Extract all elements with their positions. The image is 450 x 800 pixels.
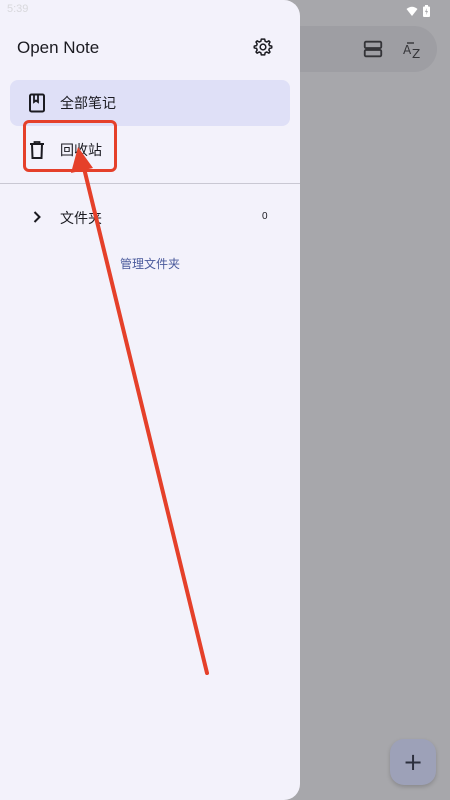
view-layout-icon[interactable]	[362, 38, 386, 62]
folders-label: 文件夹	[60, 211, 102, 227]
folders-expander[interactable]: 文件夹 0	[10, 196, 290, 238]
book-icon	[26, 92, 48, 114]
manage-folders-link[interactable]: 管理文件夹	[0, 255, 300, 272]
settings-button[interactable]	[250, 36, 276, 62]
gear-icon	[253, 37, 273, 61]
battery-icon	[423, 2, 430, 21]
sort-az-icon[interactable]: A Z	[402, 38, 426, 62]
nav-item-label: 全部笔记	[60, 96, 116, 112]
svg-text:Z: Z	[412, 47, 420, 61]
add-note-fab[interactable]: +	[390, 739, 436, 785]
wifi-icon	[406, 2, 418, 21]
status-time: 5:39	[7, 3, 29, 15]
svg-text:A: A	[403, 43, 412, 57]
app-title: Open Note	[17, 38, 100, 57]
annotation-highlight-box	[23, 120, 117, 172]
chevron-right-icon	[28, 208, 46, 226]
status-icons	[406, 2, 430, 21]
drawer-divider	[0, 183, 300, 184]
add-icon: +	[402, 748, 424, 776]
folders-count: 0	[262, 211, 268, 222]
